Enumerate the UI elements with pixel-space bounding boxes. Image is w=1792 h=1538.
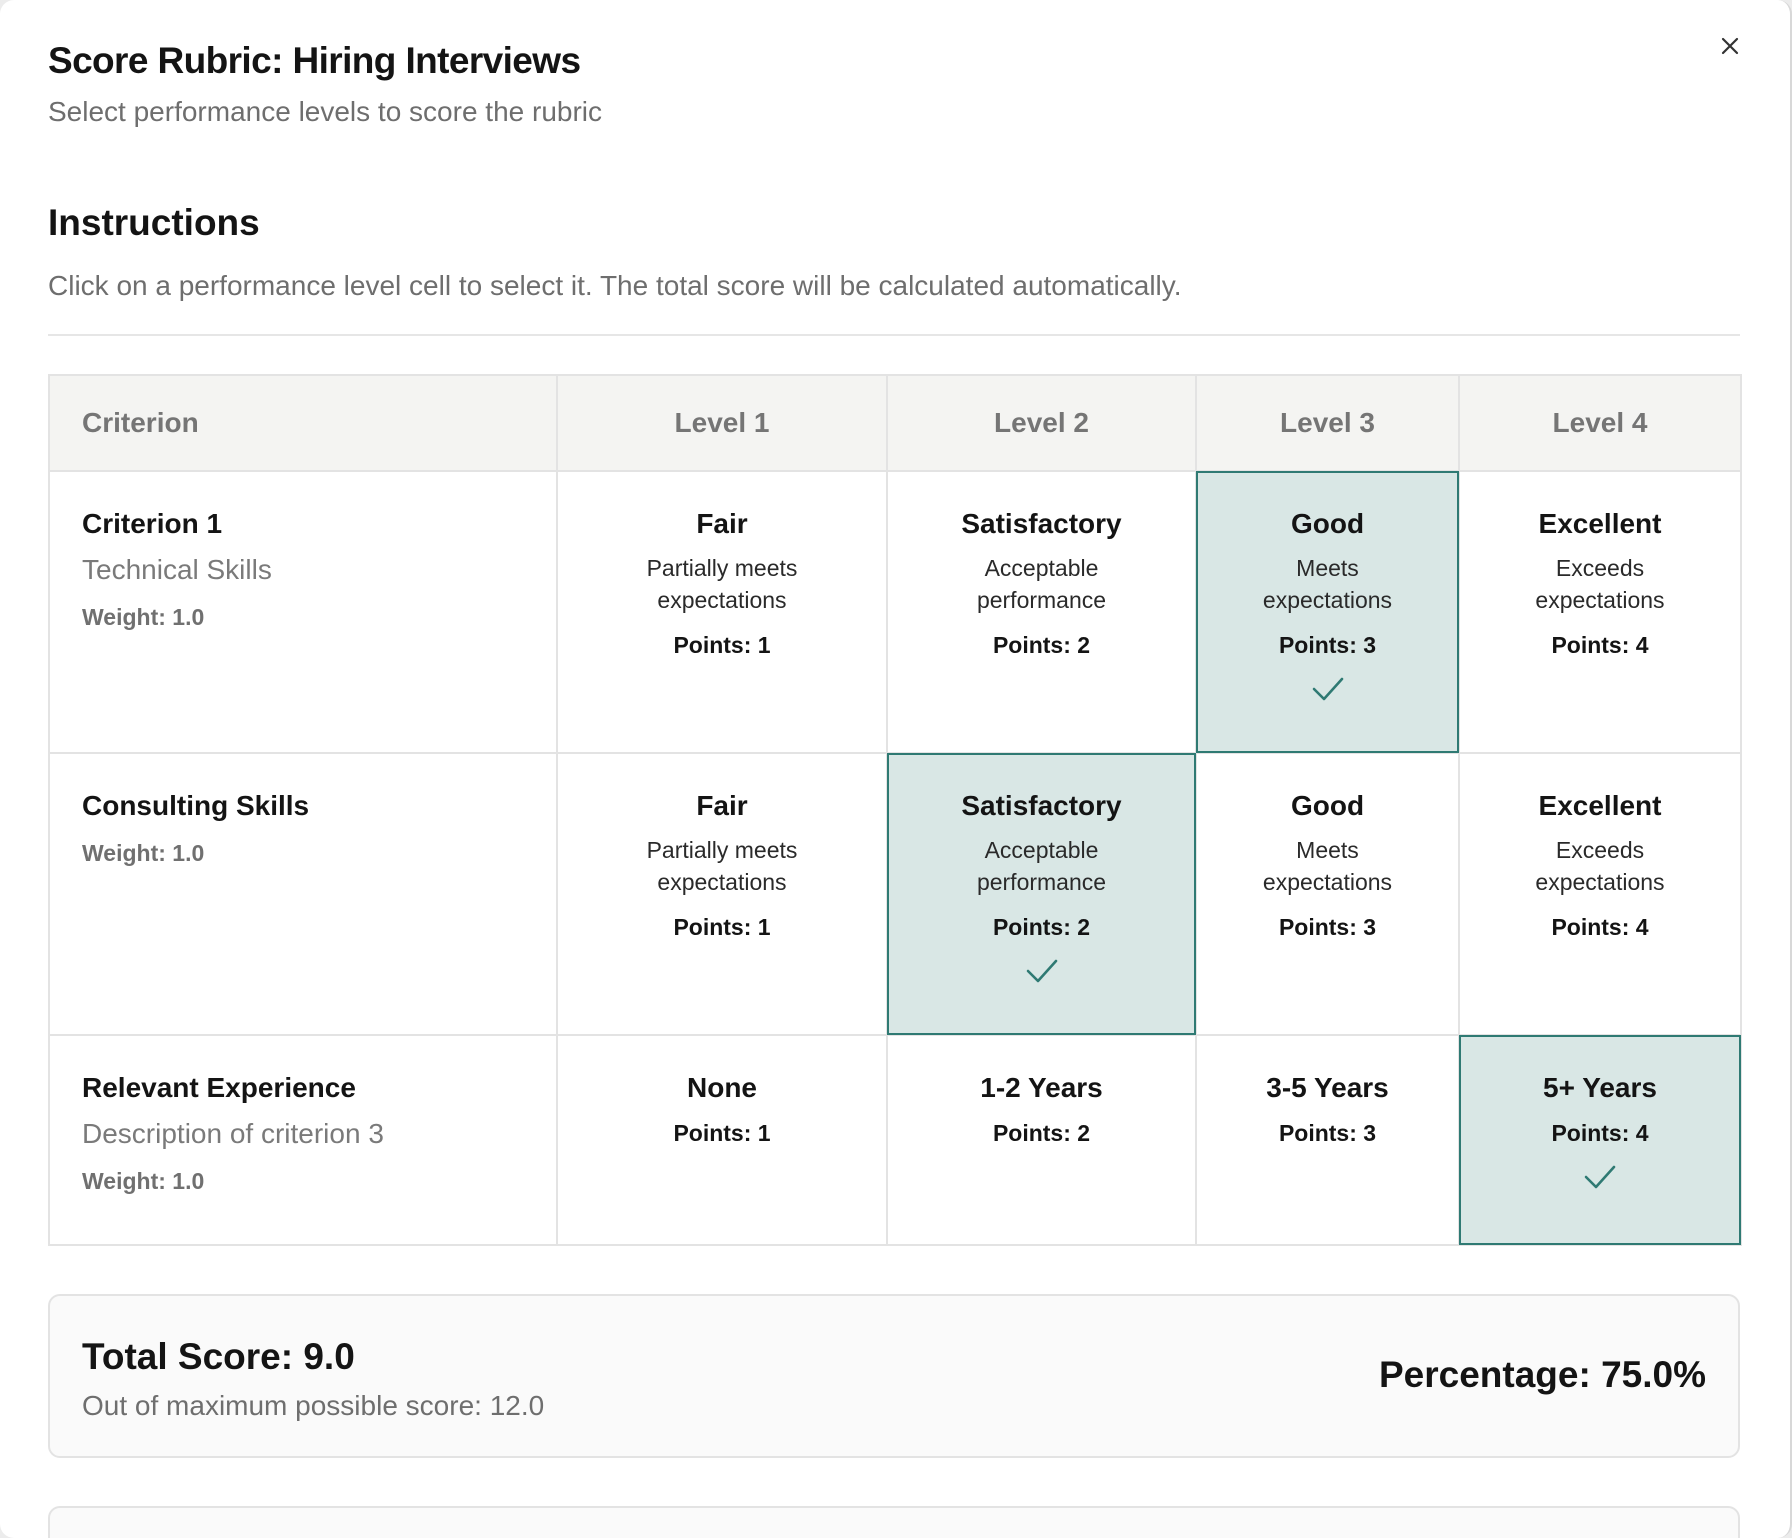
criterion-description: Technical Skills — [82, 554, 272, 585]
level-points: Points: 3 — [1278, 632, 1377, 658]
level-points: Points: 1 — [673, 914, 771, 940]
level-points: Points: 4 — [1551, 632, 1649, 658]
instructions-text: Click on a performance level cell to sel… — [48, 270, 1182, 301]
criterion-description: Description of criterion 3 — [82, 1118, 384, 1149]
level-cell[interactable]: Fair Partially meets expectations Points:… — [556, 470, 888, 754]
divider — [48, 334, 1740, 336]
level-points: Points: 3 — [1278, 914, 1377, 940]
criterion-cell: Consulting Skills Weight: 1.0 — [48, 752, 558, 1036]
close-button[interactable] — [1710, 26, 1750, 66]
level-name: Fair — [696, 790, 748, 821]
level-description: Acceptable performance — [976, 555, 1107, 613]
level-description: Exceeds expectations — [1535, 555, 1665, 613]
column-header-criterion: Criterion — [48, 374, 558, 472]
checkmark-icon — [1312, 677, 1343, 701]
level-points: Points: 2 — [992, 1120, 1091, 1146]
level-description: Meets expectations — [1262, 837, 1393, 895]
level-name: Good — [1290, 508, 1365, 539]
criterion-cell: Criterion 1 Technical Skills Weight: 1.0 — [48, 470, 558, 754]
level-cell[interactable]: Excellent Exceeds expectations Points: 4 — [1458, 752, 1742, 1036]
criterion-weight: Weight: 1.0 — [82, 840, 205, 866]
criterion-name: Consulting Skills — [82, 790, 310, 821]
level-cell[interactable]: Satisfactory Acceptable performance Point… — [886, 470, 1197, 754]
level-name: Satisfactory — [961, 790, 1122, 821]
dialog-subtitle: Select performance levels to score the r… — [48, 96, 603, 127]
level-name: Good — [1290, 790, 1365, 821]
column-header-level-3: Level 3 — [1195, 374, 1460, 472]
level-description: Exceeds expectations — [1535, 837, 1665, 895]
level-cell-selected[interactable]: Satisfactory Acceptable performance Point… — [886, 752, 1197, 1036]
percentage: Percentage: 75.0% — [1378, 1354, 1706, 1395]
criterion-name: Relevant Experience — [82, 1072, 356, 1103]
level-name: 3-5 Years — [1266, 1072, 1389, 1103]
level-name: Excellent — [1538, 790, 1662, 821]
criterion-weight: Weight: 1.0 — [82, 604, 205, 630]
rubric-table: Criterion Level 1 Level 2 Level 3 Level … — [48, 374, 1742, 1246]
level-points: Points: 4 — [1551, 1120, 1649, 1146]
criterion-cell: Relevant Experience Description of crite… — [48, 1034, 558, 1246]
column-header-level-1: Level 1 — [556, 374, 888, 472]
level-name: 5+ Years — [1543, 1072, 1657, 1103]
max-score: Out of maximum possible score: 12.0 — [82, 1390, 545, 1421]
dialog-header: Score Rubric: Hiring Interviews Select p… — [48, 40, 602, 128]
total-score: Total Score: 9.0 — [82, 1336, 355, 1377]
checkmark-icon — [1584, 1165, 1616, 1189]
criterion-name: Criterion 1 — [82, 508, 223, 539]
table-header-row: Criterion Level 1 Level 2 Level 3 Level … — [48, 374, 1742, 472]
instructions-section: Instructions Click on a performance leve… — [48, 202, 1740, 336]
level-description: Acceptable performance — [976, 837, 1107, 895]
level-cell[interactable]: None Points: 1 — [556, 1034, 888, 1246]
level-cell-selected[interactable]: 5+ Years Points: 4 — [1458, 1034, 1742, 1246]
level-description: Meets expectations — [1262, 555, 1393, 613]
level-points: Points: 2 — [992, 914, 1091, 940]
checkmark-icon — [1026, 959, 1057, 983]
level-cell-selected[interactable]: Good Meets expectations Points: 3 — [1195, 470, 1460, 754]
level-points: Points: 2 — [992, 632, 1091, 658]
table-row: Consulting Skills Weight: 1.0 Fair Parti… — [48, 752, 1742, 1036]
level-name: None — [687, 1072, 757, 1103]
level-cell[interactable]: Good Meets expectations Points: 3 — [1195, 752, 1460, 1036]
column-header-level-4: Level 4 — [1458, 374, 1742, 472]
criterion-weight: Weight: 1.0 — [82, 1168, 205, 1194]
level-description: Partially meets expectations — [646, 555, 798, 613]
table-row: Criterion 1 Technical Skills Weight: 1.0… — [48, 470, 1742, 754]
level-description: Partially meets expectations — [646, 837, 798, 895]
next-panel — [48, 1506, 1740, 1538]
close-icon — [1721, 37, 1739, 55]
level-points: Points: 1 — [673, 632, 771, 658]
level-points: Points: 3 — [1278, 1120, 1377, 1146]
level-cell[interactable]: 3-5 Years Points: 3 — [1195, 1034, 1460, 1246]
dialog-title: Score Rubric: Hiring Interviews — [48, 40, 581, 81]
level-cell[interactable]: Excellent Exceeds expectations Points: 4 — [1458, 470, 1742, 754]
instructions-heading: Instructions — [48, 202, 260, 243]
level-name: 1-2 Years — [980, 1072, 1103, 1103]
level-cell[interactable]: Fair Partially meets expectations Points:… — [556, 752, 888, 1036]
level-name: Fair — [696, 508, 748, 539]
total-score-panel: Total Score: 9.0 Out of maximum possible… — [48, 1294, 1740, 1458]
level-points: Points: 4 — [1551, 914, 1649, 940]
column-header-level-2: Level 2 — [886, 374, 1197, 472]
level-points: Points: 1 — [673, 1120, 771, 1146]
table-row: Relevant Experience Description of crite… — [48, 1034, 1742, 1246]
level-cell[interactable]: 1-2 Years Points: 2 — [886, 1034, 1197, 1246]
level-name: Satisfactory — [961, 508, 1122, 539]
level-name: Excellent — [1538, 508, 1662, 539]
score-rubric-dialog: Score Rubric: Hiring Interviews Select p… — [0, 0, 1792, 1538]
